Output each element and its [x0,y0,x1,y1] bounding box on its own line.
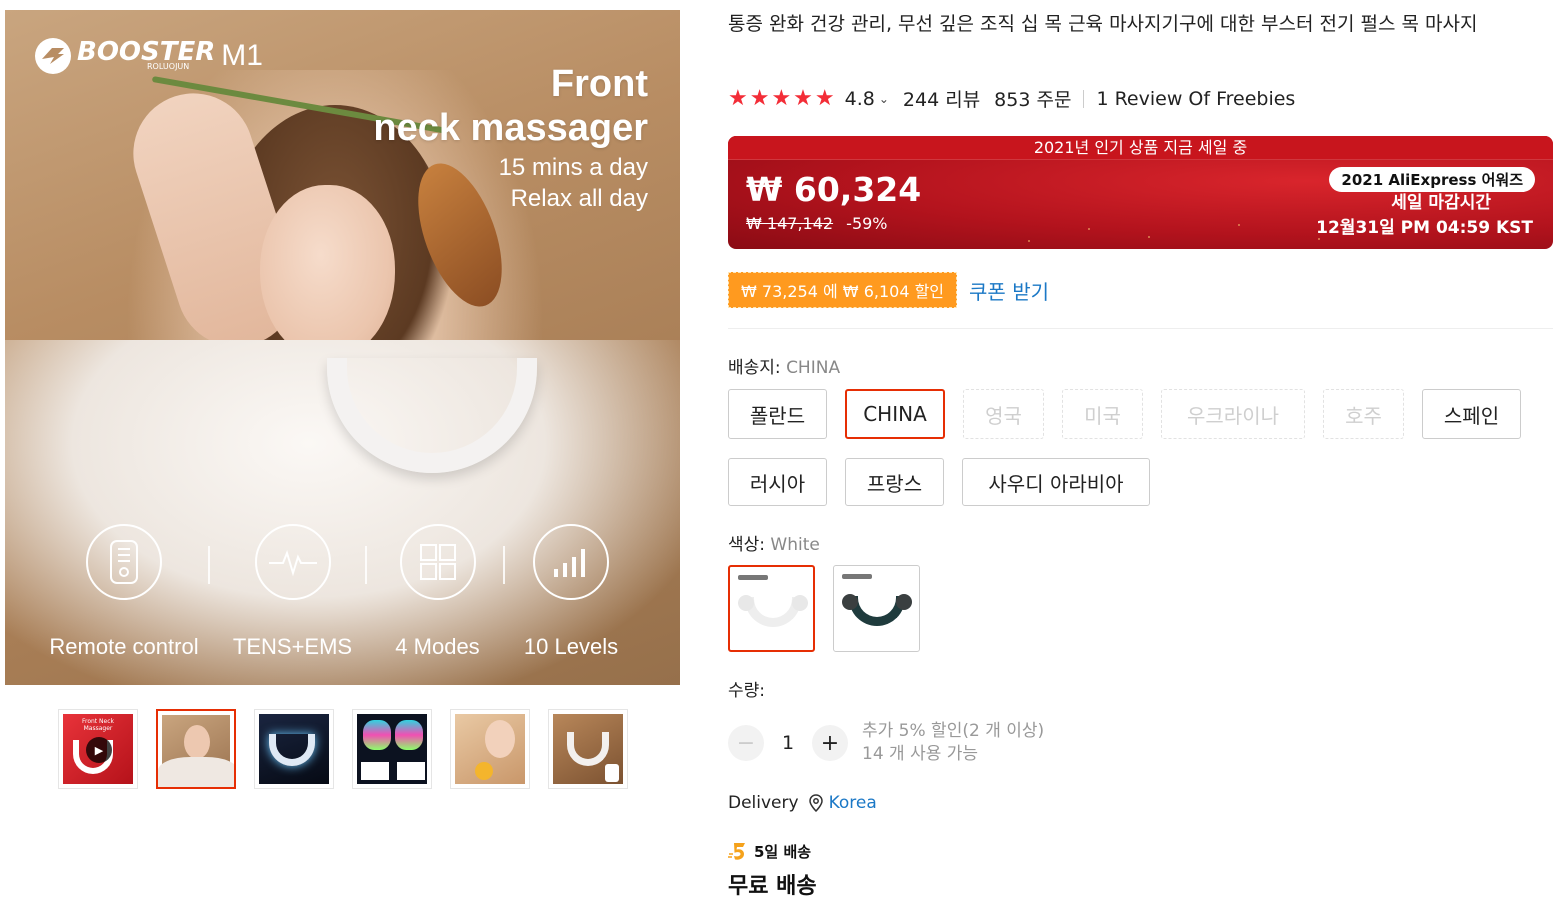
get-coupon-link[interactable]: 쿠폰 받기 [969,276,1049,305]
fast-delivery-text: 5일 배송 [754,842,812,861]
image-subline: 15 mins a day Relax all day [499,152,648,214]
feature-divider [503,546,505,584]
fast-delivery-badge: 5일 배송 [728,840,811,862]
play-icon[interactable]: ▶ [86,737,112,763]
feature-label: 4 Modes [395,634,480,659]
bulk-discount-note: 추가 5% 할인(2 개 이상) [862,721,1045,741]
freebies-link[interactable]: 1 Review Of Freebies [1096,88,1295,110]
star-rating-icon: ★★★★★ [728,86,837,111]
chevron-down-icon[interactable]: ⌄ [879,92,889,106]
sale-price: ₩ 60,324 [746,170,922,209]
divider [728,328,1553,329]
feature-levels: 10 Levels [507,524,635,660]
brand-name: BOOSTER [77,37,216,67]
feature-label: TENS+EMS [232,634,353,659]
feature-label: 10 Levels [523,634,619,659]
brand-model: M1 [221,39,263,72]
headline-line-2: neck massager [373,107,648,149]
feature-tens-ems: TENS+EMS [215,524,370,660]
remote-icon [86,524,162,600]
original-price: ₩ 147,142 [746,214,834,233]
reviews-link[interactable]: 244 리뷰 [903,85,980,112]
quantity-label: 수량: [728,681,766,701]
ship-option-ukraine: 우크라이나 [1161,389,1305,439]
sale-ends-label: 세일 마감시간 [1391,193,1491,213]
sale-countdown: 세일 마감시간 12월31일 PM 04:59 KST [1316,191,1533,241]
ship-option-china[interactable]: CHINA [845,389,945,439]
orders-count: 853 주문 [994,89,1072,111]
coupon-row: ₩ 73,254 에 ₩ 6,104 할인 쿠폰 받기 [728,272,1049,308]
sale-banner-title: 2021년 인기 상품 지금 세일 중 [728,136,1553,160]
color-swatch-white[interactable] [728,565,815,652]
color-options [728,565,920,652]
subline-1: 15 mins a day [498,154,648,181]
color-value: White [770,535,820,555]
thumbnail-5[interactable] [450,709,530,789]
award-badge: 2021 AliExpress 어워즈 [1329,167,1535,192]
fast-delivery-icon [728,843,745,860]
grid-icon [399,524,476,600]
divider [1083,89,1085,108]
brand-logo: BOOSTER ROLUOJUN M1 [35,38,263,74]
color-title: 색상: [728,535,766,555]
ship-option-usa: 미국 [1062,389,1143,439]
ship-option-france[interactable]: 프랑스 [845,458,944,506]
ship-option-uk: 영국 [963,389,1044,439]
location-pin-icon [808,794,823,812]
feature-modes: 4 Modes [375,524,500,660]
headline-line-1: Front [550,63,648,105]
quantity-stepper: − 1 + 추가 5% 할인(2 개 이상) 14 개 사용 가능 [728,720,1044,766]
ship-option-australia: 호주 [1323,389,1404,439]
delivery-row: Delivery Korea [728,793,877,813]
sale-ends-time: 12월31일 PM 04:59 KST [1316,218,1533,238]
quantity-increase-button[interactable]: + [812,725,848,761]
pulse-icon [254,524,331,600]
image-model-face [260,185,395,360]
coupon-tag[interactable]: ₩ 73,254 에 ₩ 6,104 할인 [728,272,958,308]
feature-divider [208,546,210,584]
subline-2: Relax all day [510,185,648,212]
sale-banner: 2021년 인기 상품 지금 세일 중 ₩ 60,324 ₩ 147,142 -… [728,136,1553,249]
thumbnail-3[interactable] [254,709,334,789]
swatch-logo [842,574,872,579]
stock-available: 14 개 사용 가능 [862,744,979,764]
rating-row: ★★★★★ 4.8 ⌄ 244 리뷰 853 주문 1 Review Of Fr… [728,85,1295,112]
thumbnail-1[interactable]: Front Neck Massager ▶ [58,709,138,789]
delivery-destination-link[interactable]: Korea [829,793,877,813]
discount-percent: -59% [846,214,888,233]
eagle-icon [35,38,71,74]
thumbnail-4[interactable] [352,709,432,789]
thumbnail-6[interactable] [548,709,628,789]
ship-from-value: CHINA [786,358,841,378]
original-price-row: ₩ 147,142 -59% [746,214,888,233]
color-swatch-dark[interactable] [833,565,920,652]
thumbnail-caption: Front Neck Massager [81,718,115,732]
quantity-note: 추가 5% 할인(2 개 이상) 14 개 사용 가능 [862,720,1044,766]
feature-label: Remote control [49,634,199,659]
rating-value[interactable]: 4.8 [845,88,875,110]
image-headline: Front neck massager [373,62,648,150]
ship-option-saudi-arabia[interactable]: 사우디 아라비아 [962,458,1150,506]
thumbnail-strip: Front Neck Massager ▶ [58,709,628,789]
feature-divider [365,546,367,584]
bars-icon [533,524,609,600]
main-product-image[interactable]: BOOSTER ROLUOJUN M1 Front neck massager … [5,10,680,685]
delivery-label: Delivery [728,793,799,813]
ship-option-russia[interactable]: 러시아 [728,458,827,506]
feature-remote: Remote control [35,524,213,660]
swatch-logo [738,575,768,580]
color-label: 색상: White [728,530,820,555]
ship-option-poland[interactable]: 폴란드 [728,389,827,439]
ship-from-label: 배송지: CHINA [728,353,840,378]
ship-option-spain[interactable]: 스페인 [1422,389,1521,439]
quantity-decrease-button[interactable]: − [728,725,764,761]
brand-sub: ROLUOJUN [147,62,190,71]
product-title: 통증 완화 건강 관리, 무선 깊은 조직 십 목 근육 마사지기구에 대한 부… [728,13,1478,35]
thumbnail-2[interactable] [156,709,236,789]
free-shipping-text: 무료 배송 [728,874,817,899]
feature-strip: Remote control TENS+EMS 4 Modes 10 Level… [35,524,655,664]
quantity-value[interactable]: 1 [764,732,812,754]
ship-from-title: 배송지: [728,358,781,378]
